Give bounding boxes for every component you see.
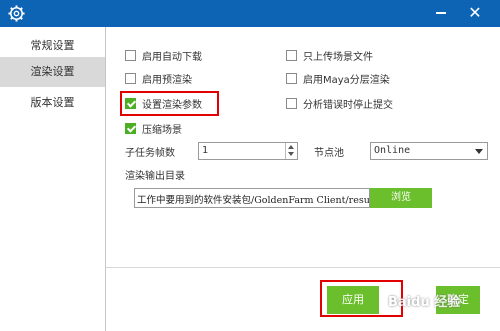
node-pool-select[interactable]: Online bbox=[370, 142, 488, 160]
arrow-up-icon[interactable] bbox=[288, 145, 294, 149]
select-value: Online bbox=[374, 145, 411, 156]
subtask-frames-label: 子任务帧数 bbox=[125, 148, 175, 159]
option-label: 设置渲染参数 bbox=[142, 99, 202, 111]
stepper-value: 1 bbox=[202, 145, 209, 156]
output-dir-field[interactable]: 工作中要用到的软件安装包/GoldenFarm Client/result bbox=[134, 188, 370, 208]
option-maya-layer-render[interactable]: 启用Maya分层渲染 bbox=[286, 70, 390, 86]
output-dir-value: 工作中要用到的软件安装包/GoldenFarm Client/result bbox=[137, 195, 370, 206]
checkbox[interactable] bbox=[286, 72, 297, 84]
option-label: 启用Maya分层渲染 bbox=[303, 74, 390, 86]
checkbox[interactable] bbox=[125, 49, 136, 61]
option-label: 压缩场景 bbox=[142, 124, 182, 136]
option-label: 启用自动下载 bbox=[142, 51, 202, 63]
subtask-frames-stepper[interactable]: 1 bbox=[198, 142, 298, 160]
render-settings-panel: 启用自动下载 只上传场景文件 启用预渲染 启用Maya分层渲染 设置渲染参数 分… bbox=[106, 27, 500, 331]
sidebar-item-render[interactable]: 渲染设置 bbox=[0, 57, 105, 87]
gear-icon[interactable] bbox=[7, 4, 26, 23]
close-button[interactable]: ✕ bbox=[464, 2, 486, 24]
checkbox-checked[interactable] bbox=[125, 122, 136, 134]
option-label: 分析错误时停止提交 bbox=[303, 99, 393, 111]
option-label: 只上传场景文件 bbox=[303, 51, 373, 63]
stepper-arrows[interactable] bbox=[285, 143, 297, 159]
checkbox[interactable] bbox=[125, 72, 136, 84]
node-pool-label: 节点池 bbox=[314, 148, 344, 159]
option-pre-render[interactable]: 启用预渲染 bbox=[125, 70, 192, 86]
option-stop-on-analysis-error[interactable]: 分析错误时停止提交 bbox=[286, 95, 393, 111]
arrow-down-icon[interactable] bbox=[288, 152, 294, 156]
sidebar-item-version[interactable]: 版本设置 bbox=[0, 88, 105, 118]
option-upload-scene-only[interactable]: 只上传场景文件 bbox=[286, 47, 373, 63]
option-compress-scene[interactable]: 压缩场景 bbox=[125, 120, 182, 136]
browse-button[interactable]: 浏览 bbox=[370, 188, 432, 208]
checkbox[interactable] bbox=[286, 97, 297, 109]
title-bar: ✕ bbox=[0, 0, 500, 27]
option-label: 启用预渲染 bbox=[142, 74, 192, 86]
sidebar: 常规设置 渲染设置 版本设置 bbox=[0, 27, 106, 331]
option-auto-download[interactable]: 启用自动下载 bbox=[125, 47, 202, 63]
output-dir-label: 渲染输出目录 bbox=[125, 171, 185, 182]
minimize-button[interactable] bbox=[436, 12, 446, 14]
option-set-render-params[interactable]: 设置渲染参数 bbox=[125, 95, 202, 111]
chevron-down-icon[interactable] bbox=[475, 149, 483, 154]
footer-divider bbox=[106, 267, 500, 268]
checkbox-checked[interactable] bbox=[125, 97, 136, 109]
watermark-text: Baidu 经验 bbox=[388, 295, 461, 310]
checkbox[interactable] bbox=[286, 49, 297, 61]
